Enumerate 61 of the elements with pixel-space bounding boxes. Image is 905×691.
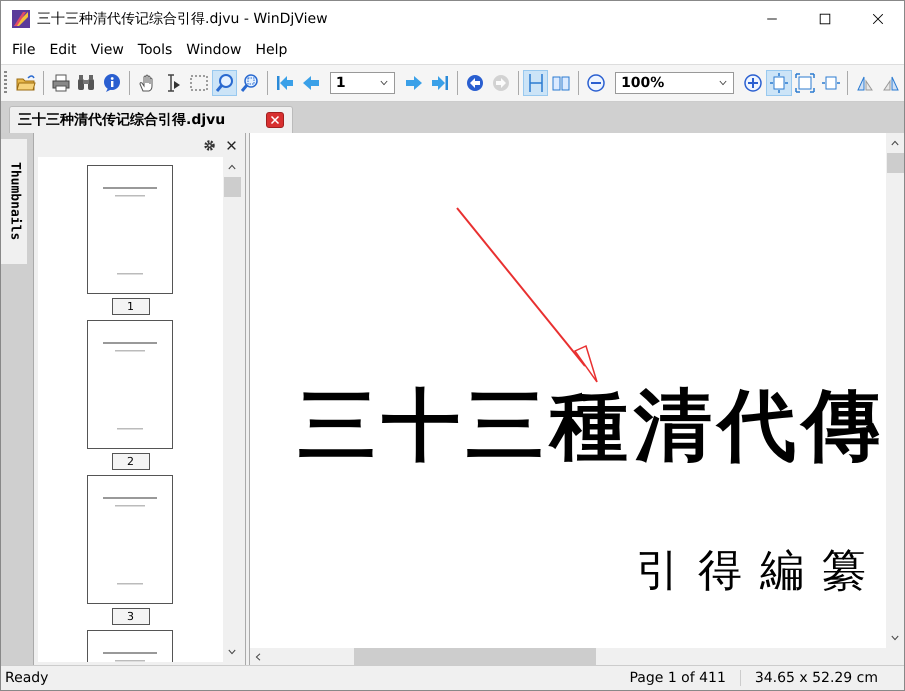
page-number: 2 xyxy=(112,453,150,470)
fit-page-icon xyxy=(768,73,789,93)
forward-icon xyxy=(490,73,511,93)
folder-icon xyxy=(16,73,36,93)
menu-item[interactable]: File xyxy=(5,42,42,58)
scroll-thumb[interactable] xyxy=(354,648,596,665)
scroll-thumb[interactable] xyxy=(886,153,904,173)
page-number: 3 xyxy=(112,608,150,625)
tab-label: 三十三种清代传记综合引得.djvu xyxy=(18,111,226,129)
menu-item[interactable]: View xyxy=(84,42,131,58)
first-page-icon xyxy=(275,73,296,93)
window-title: 三十三种清代传记综合引得.djvu - WinDjView xyxy=(37,10,329,28)
scroll-thumb[interactable] xyxy=(224,177,240,197)
chevron-up-icon xyxy=(890,139,900,147)
scrollbar[interactable] xyxy=(886,133,904,648)
back-icon xyxy=(464,73,485,93)
document-heading: 三十三種清代傳 xyxy=(298,381,886,471)
left-arrow-icon xyxy=(300,73,321,93)
actual-size-icon xyxy=(794,73,815,93)
zoom-combo[interactable]: 100% xyxy=(615,72,734,94)
magnifier-icon xyxy=(240,73,260,93)
combo-value: 1 xyxy=(336,75,346,91)
gear-icon[interactable] xyxy=(203,138,216,152)
tab-close-button[interactable] xyxy=(266,112,284,128)
chevron-left-icon xyxy=(254,652,262,662)
page-thumbnail[interactable] xyxy=(87,320,174,450)
chevron-down-icon xyxy=(890,634,900,642)
document-subheading: 引得編纂 xyxy=(636,544,884,598)
page-indicator: Page 1 of 411 xyxy=(615,670,741,686)
status-message: Ready xyxy=(4,670,50,686)
chevron-down-icon xyxy=(227,648,237,656)
menu-item[interactable]: Help xyxy=(248,42,294,58)
chevron-down-icon xyxy=(718,79,728,87)
toolbar-grip[interactable] xyxy=(4,71,7,95)
right-arrow-icon xyxy=(404,73,424,93)
combo-value: 100% xyxy=(621,75,664,91)
last-page-icon xyxy=(430,73,450,93)
document-tab[interactable]: 三十三种清代传记综合引得.djvu xyxy=(9,106,293,133)
page-thumbnail[interactable] xyxy=(87,165,174,295)
close-icon xyxy=(872,12,884,24)
menu-item[interactable]: Tools xyxy=(130,42,180,58)
app-icon xyxy=(11,8,31,28)
page-number: 1 xyxy=(112,298,150,315)
close-icon[interactable] xyxy=(226,140,237,150)
chevron-up-icon xyxy=(227,163,237,171)
page-thumbnail[interactable] xyxy=(87,475,174,605)
page-size: 34.65 x 52.29 cm xyxy=(754,670,879,686)
printer-icon xyxy=(50,73,71,93)
menu-item[interactable]: Window xyxy=(179,42,248,58)
sidebar-tab[interactable]: Thumbnails xyxy=(1,139,27,264)
zoom-in-icon xyxy=(743,73,764,93)
magnifier-icon xyxy=(214,73,235,93)
binoculars-icon xyxy=(76,73,96,93)
dashed-rectangle-icon xyxy=(188,73,209,93)
menu-item[interactable]: Edit xyxy=(42,42,84,58)
chevron-down-icon xyxy=(379,79,390,87)
close-icon xyxy=(270,115,280,125)
maximize-icon xyxy=(818,12,830,24)
info-icon xyxy=(102,73,122,93)
zoom-out-icon xyxy=(586,73,606,93)
page-combo[interactable]: 1 xyxy=(330,72,396,94)
